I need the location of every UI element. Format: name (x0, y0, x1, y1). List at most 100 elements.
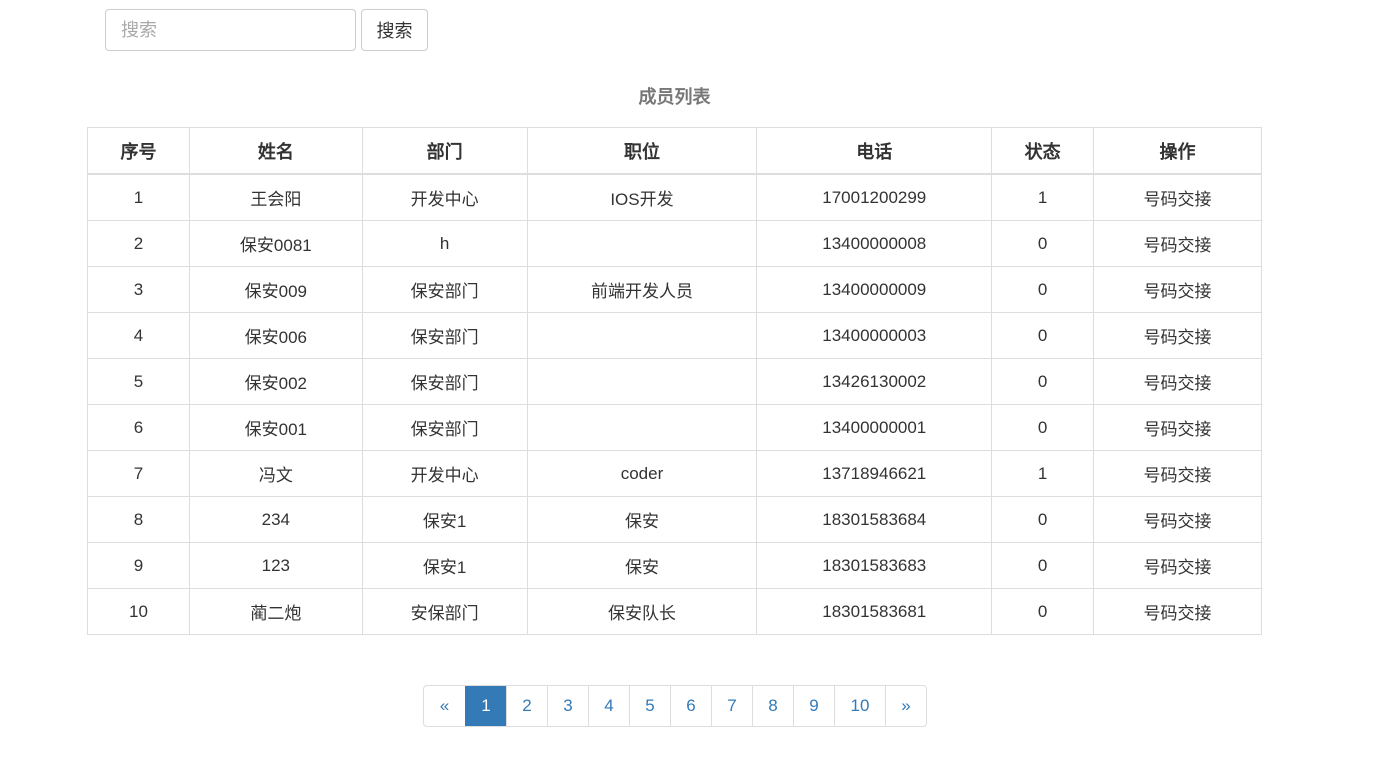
table-row: 2 保安0081 h 13400000008 0 号码交接 (87, 220, 1262, 267)
cell-position: 前端开发人员 (526, 266, 758, 313)
cell-name: 保安0081 (188, 220, 363, 267)
cell-status: 1 (991, 173, 1095, 221)
header-phone: 电话 (756, 127, 993, 175)
cell-position (526, 358, 758, 405)
cell-index: 3 (87, 266, 190, 313)
cell-index: 9 (87, 542, 190, 589)
pagination-page-9[interactable]: 9 (793, 686, 834, 726)
search-button[interactable]: 搜索 (361, 9, 428, 51)
table-caption: 成员列表 (638, 87, 711, 107)
cell-phone: 13400000009 (756, 266, 993, 313)
cell-department: 保安部门 (361, 358, 528, 405)
header-action: 操作 (1093, 127, 1262, 175)
cell-position: IOS开发 (526, 173, 758, 221)
cell-index: 6 (87, 404, 190, 451)
table-row: 4 保安006 保安部门 13400000003 0 号码交接 (87, 312, 1262, 359)
handover-action-link[interactable]: 号码交接 (1093, 588, 1262, 635)
handover-action-link[interactable]: 号码交接 (1093, 312, 1262, 359)
pagination-page-8[interactable]: 8 (752, 686, 793, 726)
table-row: 3 保安009 保安部门 前端开发人员 13400000009 0 号码交接 (87, 266, 1262, 313)
cell-index: 1 (87, 173, 190, 221)
table-row: 5 保安002 保安部门 13426130002 0 号码交接 (87, 358, 1262, 405)
handover-action-link[interactable]: 号码交接 (1093, 220, 1262, 267)
cell-status: 0 (991, 266, 1095, 313)
header-status: 状态 (991, 127, 1095, 175)
header-department: 部门 (361, 127, 528, 175)
search-input[interactable] (105, 9, 356, 51)
cell-phone: 13718946621 (756, 450, 993, 497)
handover-action-link[interactable]: 号码交接 (1093, 266, 1262, 313)
cell-department: 安保部门 (361, 588, 528, 635)
cell-name: 王会阳 (188, 173, 363, 221)
cell-department: 保安1 (361, 496, 528, 543)
cell-name: 保安006 (188, 312, 363, 359)
handover-action-link[interactable]: 号码交接 (1093, 542, 1262, 589)
cell-position: 保安 (526, 542, 758, 589)
cell-status: 0 (991, 312, 1095, 359)
table-header-row: 序号 姓名 部门 职位 电话 状态 操作 (87, 127, 1262, 175)
cell-phone: 13426130002 (756, 358, 993, 405)
pagination-page-1[interactable]: 1 (465, 686, 506, 726)
table-body: 1 王会阳 开发中心 IOS开发 17001200299 1 号码交接 2 保安0081 h 134… (87, 173, 1262, 635)
pagination-page-5[interactable]: 5 (629, 686, 670, 726)
cell-name: 保安009 (188, 266, 363, 313)
cell-position (526, 404, 758, 451)
cell-department: 保安1 (361, 542, 528, 589)
handover-action-link[interactable]: 号码交接 (1093, 404, 1262, 451)
table-row: 8 234 保安1 保安 18301583684 0 号码交接 (87, 496, 1262, 543)
table-row: 7 冯文 开发中心 coder 13718946621 1 号码交接 (87, 450, 1262, 497)
cell-status: 0 (991, 404, 1095, 451)
cell-name: 123 (188, 542, 363, 589)
cell-phone: 17001200299 (756, 173, 993, 221)
handover-action-link[interactable]: 号码交接 (1093, 173, 1262, 221)
search-bar: 搜索 (105, 9, 428, 51)
cell-phone: 18301583684 (756, 496, 993, 543)
header-name: 姓名 (188, 127, 363, 175)
header-position: 职位 (526, 127, 758, 175)
cell-position: coder (526, 450, 758, 497)
pagination-next-button[interactable]: » (885, 686, 926, 726)
cell-phone: 13400000008 (756, 220, 993, 267)
handover-action-link[interactable]: 号码交接 (1093, 496, 1262, 543)
pagination-page-6[interactable]: 6 (670, 686, 711, 726)
cell-index: 10 (87, 588, 190, 635)
cell-index: 8 (87, 496, 190, 543)
pagination-page-7[interactable]: 7 (711, 686, 752, 726)
handover-action-link[interactable]: 号码交接 (1093, 450, 1262, 497)
cell-phone: 13400000001 (756, 404, 993, 451)
table-row: 10 蔺二炮 安保部门 保安队长 18301583681 0 号码交接 (87, 588, 1262, 635)
cell-status: 0 (991, 358, 1095, 405)
members-table: 序号 姓名 部门 职位 电话 状态 操作 1 王会阳 开发中心 IOS开发 170012… (87, 127, 1262, 635)
handover-action-link[interactable]: 号码交接 (1093, 358, 1262, 405)
cell-department: 保安部门 (361, 266, 528, 313)
pagination-page-3[interactable]: 3 (547, 686, 588, 726)
cell-position (526, 312, 758, 359)
pagination-prev-button[interactable]: « (424, 686, 465, 726)
cell-phone: 13400000003 (756, 312, 993, 359)
cell-status: 1 (991, 450, 1095, 497)
table-row: 1 王会阳 开发中心 IOS开发 17001200299 1 号码交接 (87, 173, 1262, 221)
pagination-page-4[interactable]: 4 (588, 686, 629, 726)
cell-status: 0 (991, 220, 1095, 267)
table-row: 9 123 保安1 保安 18301583683 0 号码交接 (87, 542, 1262, 589)
cell-index: 2 (87, 220, 190, 267)
cell-status: 0 (991, 496, 1095, 543)
cell-name: 234 (188, 496, 363, 543)
cell-index: 5 (87, 358, 190, 405)
cell-name: 保安002 (188, 358, 363, 405)
cell-index: 4 (87, 312, 190, 359)
cell-department: 保安部门 (361, 404, 528, 451)
cell-department: h (361, 220, 528, 267)
header-index: 序号 (87, 127, 190, 175)
pagination-page-2[interactable]: 2 (506, 686, 547, 726)
cell-name: 保安001 (188, 404, 363, 451)
cell-position: 保安队长 (526, 588, 758, 635)
cell-position: 保安 (526, 496, 758, 543)
cell-name: 冯文 (188, 450, 363, 497)
cell-name: 蔺二炮 (188, 588, 363, 635)
pagination: «1 2 3 4 5 6 7 8 9 10» (423, 685, 927, 727)
cell-index: 7 (87, 450, 190, 497)
cell-status: 0 (991, 588, 1095, 635)
cell-department: 保安部门 (361, 312, 528, 359)
pagination-page-10[interactable]: 10 (834, 686, 885, 726)
